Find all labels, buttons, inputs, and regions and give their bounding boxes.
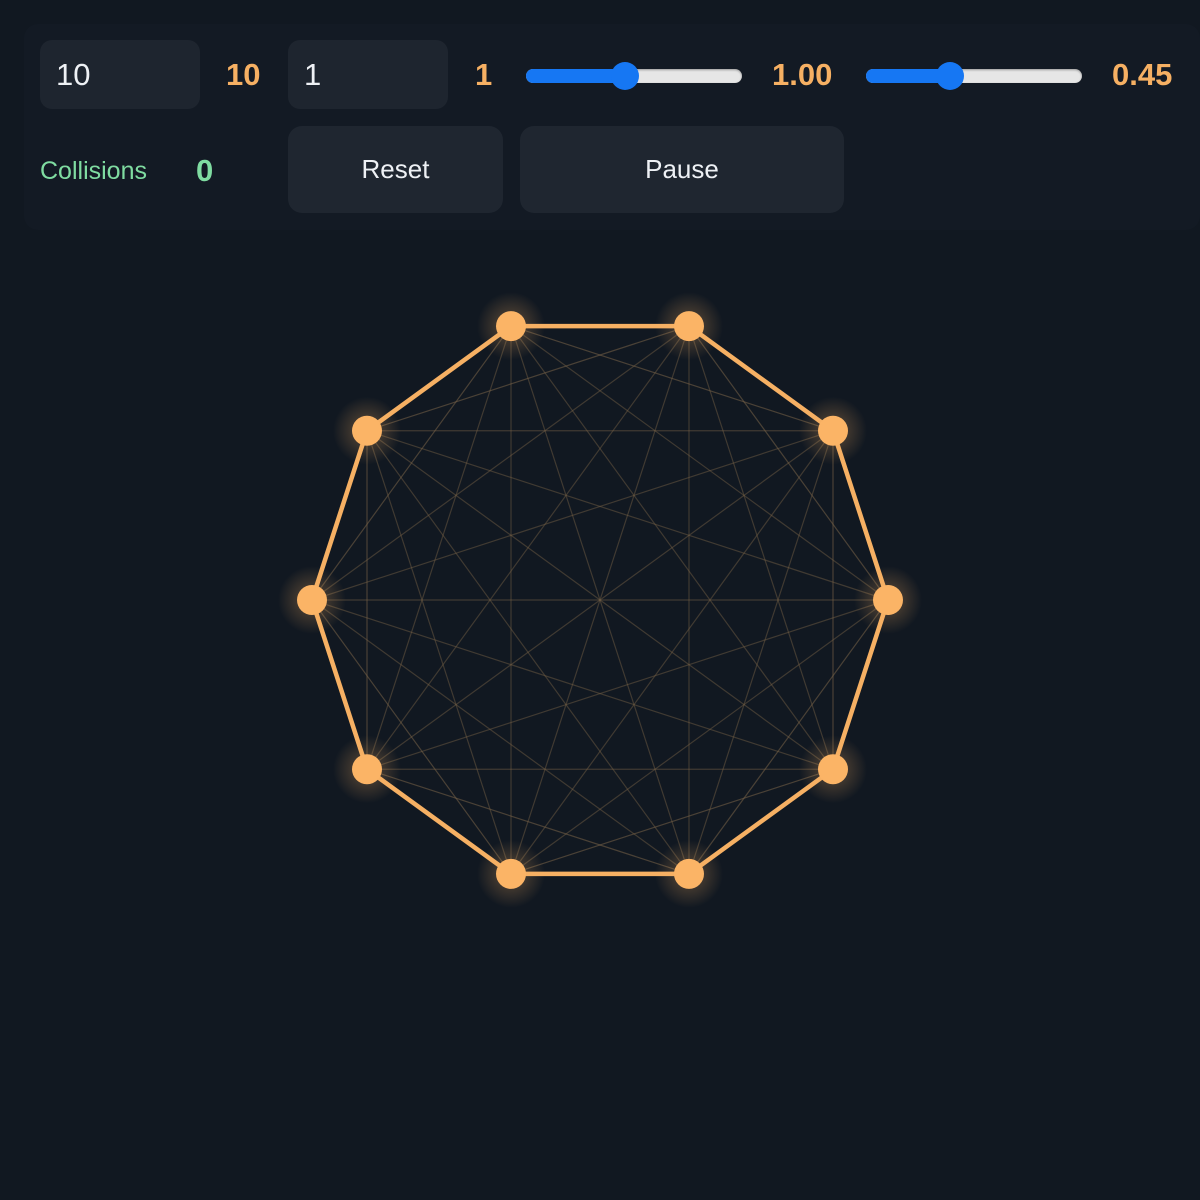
graph-node bbox=[352, 754, 383, 785]
graph-canvas bbox=[278, 292, 922, 908]
graph-node bbox=[817, 754, 848, 785]
graph-node bbox=[496, 858, 527, 889]
graph-node bbox=[817, 415, 848, 446]
graph-chord bbox=[366, 325, 690, 770]
graph-node bbox=[673, 311, 704, 342]
graph-chord bbox=[688, 430, 834, 875]
graph-chord bbox=[366, 325, 512, 770]
graph-node bbox=[873, 585, 903, 615]
graph-node bbox=[352, 415, 383, 446]
graph-node bbox=[496, 311, 527, 342]
graph-chord bbox=[688, 325, 834, 770]
graph-node bbox=[297, 585, 327, 615]
graph-node bbox=[673, 858, 704, 889]
graph-chord bbox=[366, 430, 512, 875]
graph-chord bbox=[510, 430, 834, 875]
graph-chord bbox=[311, 430, 834, 601]
graph-chord bbox=[311, 325, 512, 601]
